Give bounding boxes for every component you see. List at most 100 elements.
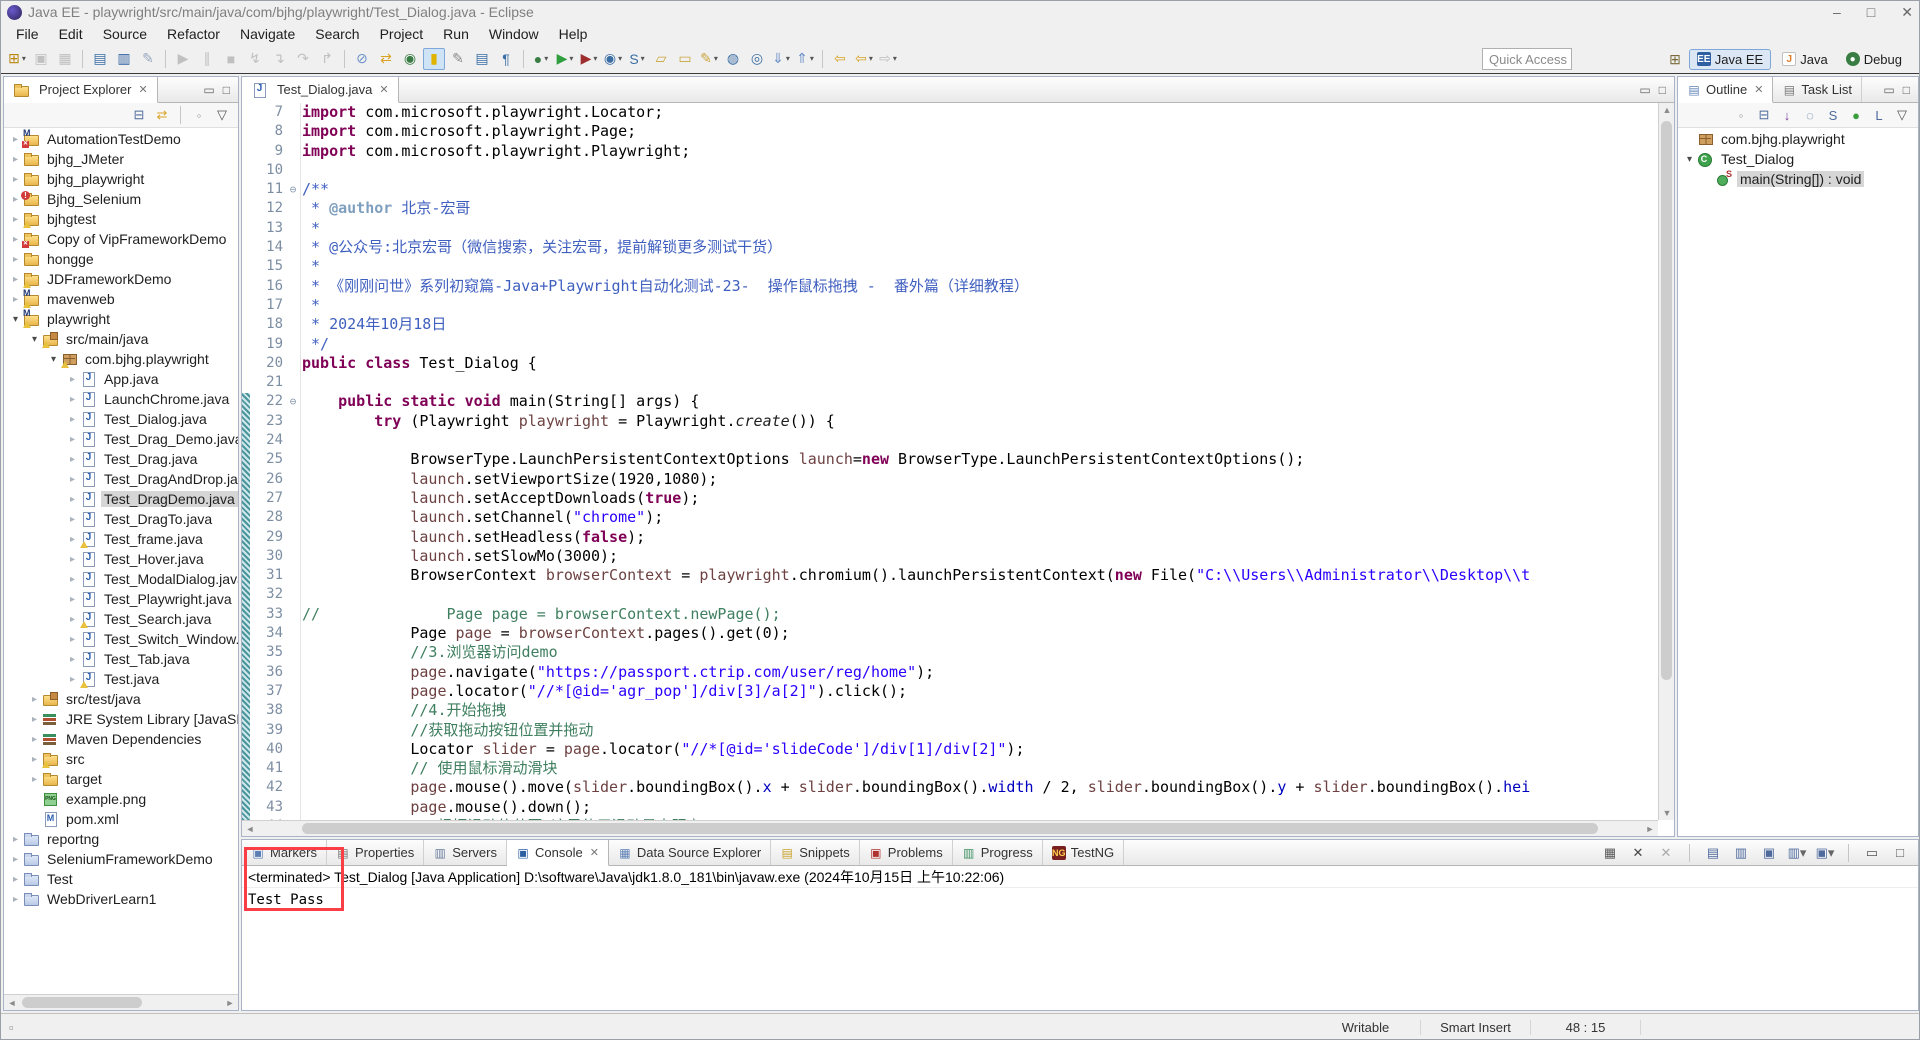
view-menu-button[interactable]: ▽ — [212, 105, 232, 125]
perspective-debug[interactable]: ● Debug — [1839, 50, 1909, 69]
explorer-item-test-dialog-java[interactable]: ▸ Test_Dialog.java — [4, 409, 238, 429]
hide-local-types-button[interactable]: L — [1869, 105, 1889, 125]
remove-launch-button[interactable]: ✕ — [1628, 843, 1648, 863]
expand-icon[interactable]: ▸ — [65, 554, 80, 565]
expand-icon[interactable]: ▸ — [65, 414, 80, 425]
display-console-button[interactable]: ▥ ▾ — [1787, 843, 1807, 863]
scroll-up-icon[interactable]: ▲ — [1659, 105, 1675, 115]
expand-icon[interactable]: ▸ — [65, 514, 80, 525]
expand-icon[interactable]: ▸ — [65, 434, 80, 445]
expand-icon[interactable]: ▸ — [27, 714, 42, 725]
explorer-item-test-hover-java[interactable]: ▸ Test_Hover.java — [4, 549, 238, 569]
back-button[interactable]: ⇦ ▾ — [853, 48, 875, 70]
tab-problems[interactable]: ▣ Problems — [860, 840, 953, 865]
explorer-item-test[interactable]: ▸ Test — [4, 869, 238, 889]
scroll-left-icon[interactable]: ◄ — [4, 998, 20, 1008]
window-minimize-button[interactable]: – — [1833, 4, 1841, 20]
explorer-item-bjhgtest[interactable]: ▸ bjhgtest — [4, 209, 238, 229]
pin-console-button[interactable]: ▣ — [1759, 843, 1779, 863]
menu-refactor[interactable]: Refactor — [158, 24, 229, 44]
sort-button[interactable]: ↓ — [1777, 105, 1797, 125]
close-icon[interactable]: ✕ — [1754, 83, 1763, 96]
explorer-item-bjhg-selenium[interactable]: ▸! Bjhg_Selenium — [4, 189, 238, 209]
maximize-panel-button[interactable]: □ — [223, 83, 230, 97]
explorer-item-src-main-java[interactable]: ▾ src/main/java — [4, 329, 238, 349]
close-icon[interactable]: ✕ — [590, 846, 599, 859]
explorer-item-maven-dependencies[interactable]: ▸ Maven Dependencies — [4, 729, 238, 749]
binary-editor-button[interactable]: ▤ — [89, 48, 111, 70]
open-perspective-icon[interactable]: ⊞ — [1669, 51, 1681, 68]
explorer-item-test-drag-demo-java[interactable]: ▸ Test_Drag_Demo.java — [4, 429, 238, 449]
expand-icon[interactable]: ▸ — [65, 614, 80, 625]
explorer-item-test-java[interactable]: ▸ Test.java — [4, 669, 238, 689]
explorer-item-mavenweb[interactable]: ▸ mavenweb — [4, 288, 238, 309]
explorer-item-bjhg-playwright[interactable]: ▸ bjhg_playwright — [4, 169, 238, 189]
expand-icon[interactable]: ▸ — [8, 874, 23, 885]
expand-icon[interactable]: ▸ — [8, 294, 23, 305]
hide-non-public-button[interactable]: ● — [1846, 105, 1866, 125]
clear-console-button[interactable]: ▦ — [1600, 843, 1620, 863]
expand-icon[interactable]: ▸ — [8, 234, 23, 245]
export-button[interactable]: ⇑ ▾ — [794, 48, 816, 70]
open-console-button[interactable]: ▣ ▾ — [1815, 843, 1835, 863]
explorer-item-jdframeworkdemo[interactable]: ▸ JDFrameworkDemo — [4, 269, 238, 289]
explorer-item-test-draganddrop-java[interactable]: ▸ Test_DragAndDrop.java — [4, 469, 238, 489]
menu-source[interactable]: Source — [94, 24, 156, 44]
editor-hscrollbar[interactable]: ◄ ► — [242, 820, 1658, 836]
save-all-button[interactable]: ▦ — [54, 48, 76, 70]
tab-console[interactable]: ▣ Console ✕ — [507, 840, 609, 866]
open-resource-button[interactable]: ▭ — [674, 48, 696, 70]
maximize-panel-button[interactable]: □ — [1903, 83, 1910, 97]
expand-icon[interactable]: ▸ — [65, 654, 80, 665]
menu-file[interactable]: File — [7, 24, 48, 44]
menu-window[interactable]: Window — [480, 24, 548, 44]
expand-icon[interactable]: ▸ — [27, 734, 42, 745]
explorer-item-playwright[interactable]: ▾ playwright — [4, 308, 238, 329]
word-wrap-button[interactable]: ▥ — [1731, 843, 1751, 863]
focus-button[interactable]: ◦ — [189, 105, 209, 125]
last-edit-location-button[interactable]: ⇦ — [829, 48, 851, 70]
expand-icon[interactable]: ▸ — [27, 694, 42, 705]
expand-icon[interactable]: ▸ — [65, 374, 80, 385]
scroll-lock-button[interactable]: ▤ — [1703, 843, 1723, 863]
tab-test-dialog-java[interactable]: Test_Dialog.java ✕ — [242, 77, 399, 103]
explorer-item-automationtestdemo[interactable]: ▸✕ AutomationTestDemo — [4, 129, 238, 149]
step-return-button[interactable]: ↱ — [316, 48, 338, 70]
explorer-item-src-test-java[interactable]: ▸ src/test/java — [4, 689, 238, 709]
link-with-editor-button[interactable]: ⇄ — [152, 105, 172, 125]
explorer-item-bjhg-jmeter[interactable]: ▸ bjhg_JMeter — [4, 149, 238, 169]
expand-icon[interactable]: ▸ — [8, 134, 23, 145]
explorer-item-com-bjhg-playwright[interactable]: ▾ com.bjhg.playwright — [4, 349, 238, 369]
tab-testng[interactable]: NG TestNG — [1043, 840, 1125, 865]
explorer-hscrollbar[interactable]: ◄ ► — [4, 994, 238, 1010]
expand-icon[interactable]: ▸ — [65, 534, 80, 545]
menu-search[interactable]: Search — [306, 24, 368, 44]
expand-icon[interactable]: ▸ — [27, 754, 42, 765]
focus-button[interactable]: ◦ — [1731, 105, 1751, 125]
open-type-button[interactable]: ▱ — [650, 48, 672, 70]
hide-static-button[interactable]: S — [1823, 105, 1843, 125]
run-button[interactable]: ▶ ▾ — [554, 48, 576, 70]
perspective-java-ee[interactable]: EE Java EE — [1688, 48, 1772, 70]
explorer-item-app-java[interactable]: ▸ App.java — [4, 369, 238, 389]
minimize-panel-button[interactable]: ▭ — [203, 83, 214, 97]
expand-icon[interactable]: ▸ — [65, 674, 80, 685]
mark-occurrences-button[interactable]: ▮ — [423, 47, 445, 70]
explorer-item-test-search-java[interactable]: ▸ Test_Search.java — [4, 609, 238, 629]
explorer-item-test-dragto-java[interactable]: ▸ Test_DragTo.java — [4, 509, 238, 529]
scroll-left-icon[interactable]: ◄ — [242, 824, 258, 834]
maximize-panel-button[interactable]: □ — [1659, 83, 1666, 97]
explorer-item-src[interactable]: ▸ src — [4, 749, 238, 769]
tab-task-list[interactable]: ▤ Task List — [1773, 77, 1862, 102]
tab-snippets[interactable]: ▤ Snippets — [771, 840, 860, 865]
explorer-item-webdriverlearn1[interactable]: ▸ WebDriverLearn1 — [4, 889, 238, 909]
collapse-all-button[interactable]: ⊟ — [1754, 105, 1774, 125]
new-wizard-button[interactable]: ⊞ ▾ — [6, 48, 28, 70]
expand-icon[interactable]: ▸ — [65, 594, 80, 605]
expand-icon[interactable]: ▸ — [8, 154, 23, 165]
menu-project[interactable]: Project — [371, 24, 433, 44]
expand-icon[interactable]: ▸ — [65, 574, 80, 585]
explorer-item-jre-system-library-javase-1-[interactable]: ▸ JRE System Library [JavaSE-1. — [4, 709, 238, 729]
resume-button[interactable]: ▶ — [172, 48, 194, 70]
expand-icon[interactable]: ▸ — [8, 214, 23, 225]
